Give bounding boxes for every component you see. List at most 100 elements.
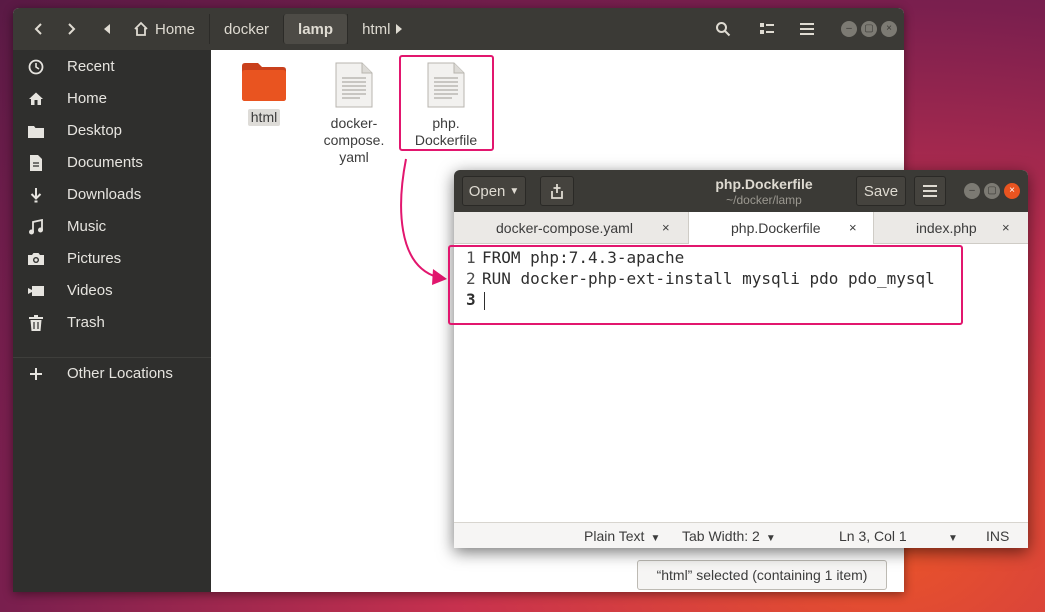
tab-width-label: Tab Width: 2 [682, 528, 760, 544]
dropdown-arrow-icon: ▼ [948, 533, 958, 544]
close-icon: × [886, 23, 892, 34]
tab-width-selector[interactable]: Tab Width: 2 ▼ [682, 528, 776, 544]
chevron-left-icon [34, 23, 42, 35]
tab-docker-compose[interactable]: docker-compose.yaml × [454, 212, 688, 244]
sidebar-item-documents[interactable]: Documents [13, 149, 211, 177]
sidebar-item-label: Trash [67, 314, 105, 331]
sidebar-item-label: Music [67, 218, 107, 235]
breadcrumb: Home docker lamp html [119, 14, 404, 44]
sidebar-item-label: Home [67, 90, 108, 107]
open-label: Open [468, 182, 506, 200]
menu-button[interactable] [793, 15, 821, 43]
sidebar: Recent Home Desktop Documents Downloads … [13, 50, 211, 592]
download-icon [27, 186, 45, 204]
search-icon [716, 22, 731, 37]
sidebar-item-desktop[interactable]: Desktop [13, 117, 211, 145]
breadcrumb-lamp[interactable]: lamp [283, 14, 348, 44]
folder-icon [242, 63, 286, 101]
folder-icon [27, 122, 45, 140]
close-icon: × [1009, 185, 1015, 196]
editor-menu-button[interactable] [914, 176, 946, 206]
tab-label: docker-compose.yaml [496, 220, 633, 236]
text-file-icon [335, 62, 373, 108]
hamburger-icon [923, 185, 937, 197]
tab-close-icon[interactable]: × [1002, 220, 1010, 235]
close-button[interactable]: × [881, 21, 897, 37]
breadcrumb-label: lamp [298, 20, 334, 38]
back-button[interactable] [25, 15, 53, 43]
home-icon [27, 90, 45, 108]
dropdown-arrow-icon: ▼ [765, 533, 776, 544]
cursor-position-label: Ln 3, Col 1 [839, 528, 907, 544]
open-button[interactable]: Open ▼ [462, 176, 526, 206]
file-manager-headerbar: Home docker lamp html – ▢ × [13, 8, 904, 50]
search-button[interactable] [709, 15, 737, 43]
breadcrumb-label: docker [224, 20, 270, 38]
document-icon [27, 154, 45, 172]
home-icon [134, 21, 148, 36]
file-name: html [247, 109, 281, 126]
insert-mode-label: INS [986, 528, 1010, 544]
file-item-html[interactable]: html [219, 60, 309, 126]
sidebar-divider [13, 357, 211, 358]
sidebar-item-home[interactable]: Home [13, 85, 211, 113]
maximize-button[interactable]: ▢ [861, 21, 877, 37]
sidebar-item-label: Recent [67, 58, 115, 75]
editor-close-button[interactable]: × [1004, 183, 1020, 199]
sidebar-item-pictures[interactable]: Pictures [13, 245, 211, 273]
language-selector[interactable]: Plain Text ▼ [584, 528, 660, 544]
position-dropdown[interactable]: ▼ [948, 528, 958, 544]
breadcrumb-label: html [362, 20, 391, 38]
insert-mode: INS [986, 528, 1009, 544]
breadcrumb-label: Home [155, 20, 196, 38]
sidebar-item-trash[interactable]: Trash [13, 309, 211, 337]
minimize-icon: – [846, 23, 852, 34]
view-options-button[interactable] [753, 15, 781, 43]
code-highlight [448, 245, 963, 325]
cursor-position[interactable]: Ln 3, Col 1 [839, 528, 907, 544]
video-icon [27, 282, 45, 300]
maximize-icon: ▢ [987, 185, 997, 196]
music-icon [27, 218, 45, 236]
breadcrumb-scroll-right[interactable] [391, 15, 407, 43]
minimize-button[interactable]: – [841, 21, 857, 37]
tab-close-icon[interactable]: × [662, 220, 670, 235]
trash-icon [27, 314, 45, 332]
sidebar-item-label: Pictures [67, 250, 122, 267]
save-label: Save [863, 182, 899, 200]
sidebar-item-music[interactable]: Music [13, 213, 211, 241]
editor-statusbar: Plain Text ▼ Tab Width: 2 ▼ Ln 3, Col 1 ▼ … [454, 522, 1028, 548]
text-editor-window: Open ▼ php.Dockerfile ~/docker/lamp Save… [454, 170, 1028, 548]
selection-status-text: “html” selected (containing 1 item) [656, 567, 868, 583]
sidebar-item-label: Desktop [67, 122, 123, 139]
triangle-left-icon [104, 24, 110, 34]
selection-status: “html” selected (containing 1 item) [637, 560, 887, 590]
tab-index-php[interactable]: index.php × [874, 212, 1028, 244]
sidebar-item-downloads[interactable]: Downloads [13, 181, 211, 209]
breadcrumb-docker[interactable]: docker [209, 14, 283, 44]
breadcrumb-scroll-left[interactable] [99, 15, 115, 43]
editor-minimize-button[interactable]: – [964, 183, 980, 199]
chevron-right-icon [68, 23, 76, 35]
triangle-right-icon [396, 24, 402, 34]
save-button[interactable]: Save [856, 176, 906, 206]
sidebar-item-videos[interactable]: Videos [13, 277, 211, 305]
file-item-docker-compose[interactable]: docker- compose. yaml [309, 62, 399, 166]
sidebar-item-recent[interactable]: Recent [13, 53, 211, 81]
hamburger-icon [800, 23, 814, 35]
sidebar-item-label: Videos [67, 282, 113, 299]
file-name: docker- compose. yaml [323, 115, 385, 165]
plus-icon [27, 365, 45, 383]
forward-button[interactable] [57, 15, 85, 43]
new-document-button[interactable] [540, 176, 574, 206]
language-label: Plain Text [584, 528, 645, 544]
tab-close-icon[interactable]: × [849, 220, 857, 235]
minimize-icon: – [969, 185, 975, 196]
list-view-icon [760, 23, 774, 34]
editor-tabbar: docker-compose.yaml × php.Dockerfile × i… [454, 212, 1028, 245]
tab-php-dockerfile[interactable]: php.Dockerfile × [688, 212, 874, 245]
breadcrumb-home[interactable]: Home [119, 14, 209, 44]
sidebar-item-label: Downloads [67, 186, 142, 203]
sidebar-item-other-locations[interactable]: Other Locations [13, 360, 211, 388]
editor-maximize-button[interactable]: ▢ [984, 183, 1000, 199]
